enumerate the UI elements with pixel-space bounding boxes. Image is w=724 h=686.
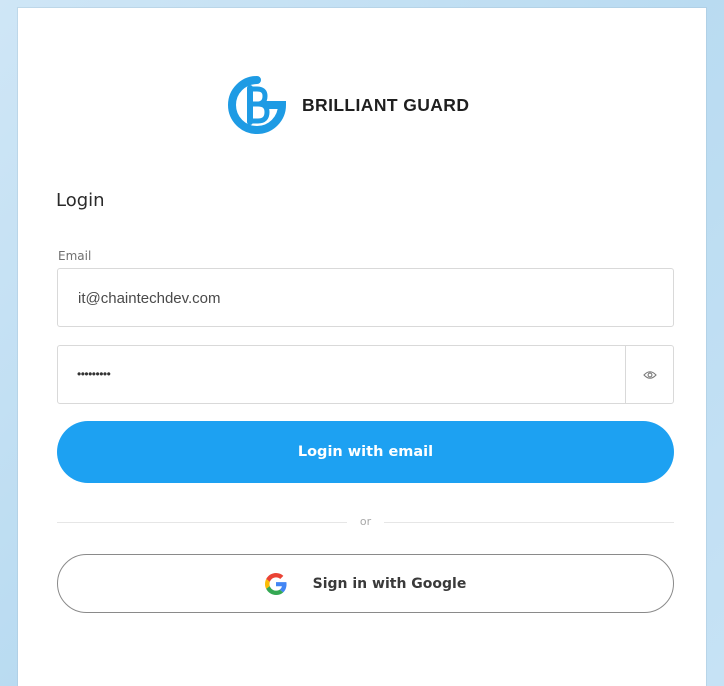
brand-header: BRILLIANT GUARD bbox=[226, 74, 469, 136]
eye-icon bbox=[642, 370, 657, 379]
login-with-email-button[interactable]: Login with email bbox=[57, 421, 674, 483]
page-title: Login bbox=[56, 190, 105, 211]
or-divider: or bbox=[57, 512, 674, 532]
email-value: it@chaintechdev.com bbox=[78, 290, 221, 307]
google-icon bbox=[264, 572, 287, 595]
divider-text: or bbox=[359, 515, 372, 528]
brilliant-guard-logo-icon bbox=[228, 76, 287, 134]
password-visibility-toggle[interactable] bbox=[625, 346, 673, 403]
password-value: ••••••••• bbox=[77, 367, 111, 381]
brand-name: BRILLIANT GUARD bbox=[302, 94, 470, 115]
login-card: BRILLIANT GUARD Login Email it@chaintech… bbox=[18, 8, 706, 686]
email-field[interactable]: it@chaintechdev.com bbox=[57, 268, 674, 327]
sign-in-with-google-button[interactable]: Sign in with Google bbox=[57, 554, 674, 613]
password-field[interactable]: ••••••••• bbox=[57, 345, 674, 404]
email-label: Email bbox=[58, 249, 92, 263]
google-button-label: Sign in with Google bbox=[312, 575, 467, 592]
